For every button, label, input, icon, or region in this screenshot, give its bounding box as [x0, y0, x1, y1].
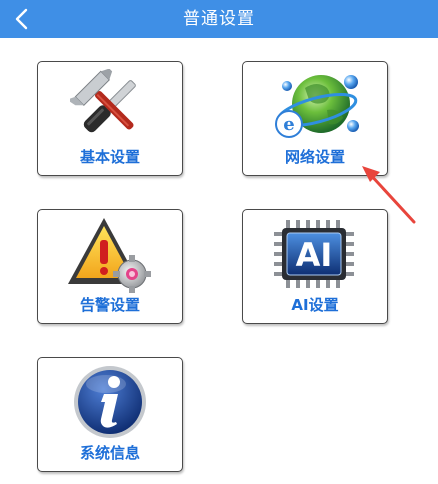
top-bar: 普通设置: [0, 0, 438, 38]
tools-icon: [70, 69, 136, 133]
tile-basic-settings[interactable]: 基本设置: [37, 61, 183, 176]
info-icon: [74, 366, 146, 438]
tile-label: 告警设置: [79, 296, 140, 314]
network-globe-icon: e: [275, 75, 359, 138]
alarm-warning-icon: [68, 218, 151, 293]
svg-text:AI: AI: [296, 236, 333, 274]
tile-label: 基本设置: [79, 148, 140, 166]
svg-text:e: e: [283, 114, 294, 135]
tile-alarm-settings[interactable]: 告警设置: [37, 209, 183, 324]
tile-label: AI设置: [291, 296, 339, 314]
ai-chip-icon: AI: [274, 220, 354, 288]
tile-label: 系统信息: [79, 444, 140, 462]
page-title: 普通设置: [183, 9, 255, 29]
red-pointer-arrow-icon: [362, 166, 416, 224]
tile-network-settings[interactable]: e 网络设置: [242, 61, 388, 176]
tile-system-info[interactable]: 系统信息: [37, 357, 183, 472]
